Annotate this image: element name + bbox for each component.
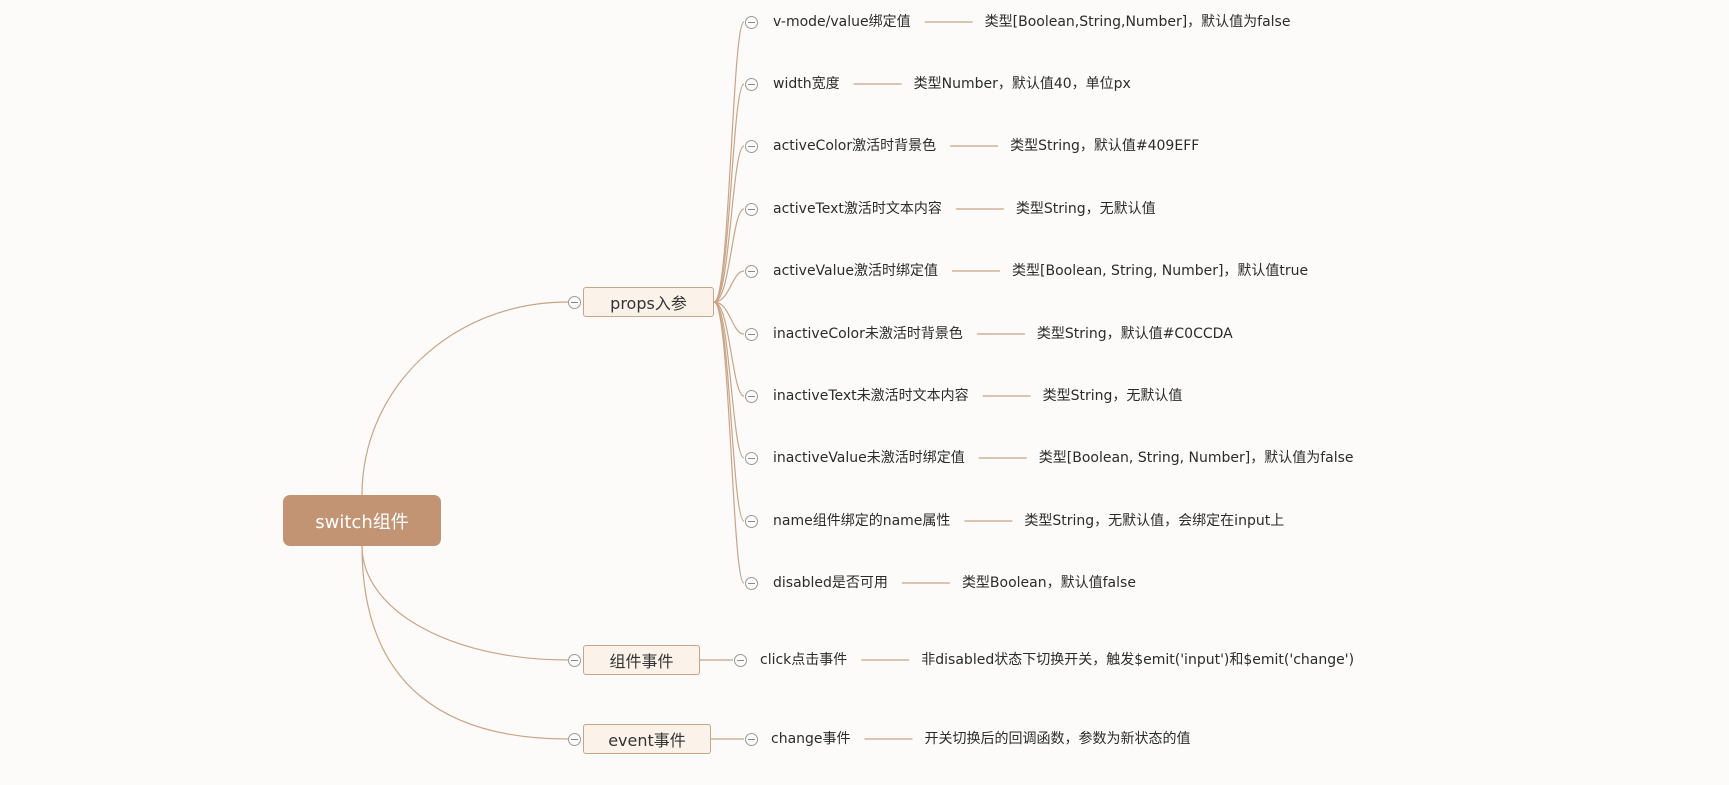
branch-component-events-label: 组件事件 (609, 652, 674, 671)
branch-event[interactable]: event事件 (583, 724, 711, 754)
props-item-8-label[interactable]: name组件绑定的name属性 (773, 512, 950, 530)
link-root-props (361, 301, 569, 496)
link-props-item-1 (713, 83, 745, 303)
change-event-label[interactable]: change事件 (771, 730, 851, 748)
props-item-9-collapse-icon[interactable] (744, 576, 758, 590)
props-item-8-collapse-icon[interactable] (744, 514, 758, 528)
branch-props-label: props入参 (610, 294, 687, 313)
props-item-2-label[interactable]: activeColor激活时背景色 (773, 137, 936, 155)
props-item-1-label[interactable]: width宽度 (773, 75, 840, 93)
change-event-description: 开关切换后的回调函数，参数为新状态的值 (924, 731, 1191, 747)
branch-props-collapse-icon[interactable] (567, 295, 581, 309)
click-event-label[interactable]: click点击事件 (760, 651, 847, 669)
props-item-5-collapse-icon[interactable] (744, 327, 758, 341)
props-item-4-label[interactable]: activeValue激活时绑定值 (773, 262, 938, 280)
props-item-3-label[interactable]: activeText激活时文本内容 (773, 200, 942, 218)
props-item-9-description: 类型Boolean，默认值false (961, 575, 1136, 591)
link-props-item-5 (713, 301, 745, 335)
props-item-5-label[interactable]: inactiveColor未激活时背景色 (773, 325, 963, 343)
root-topic-label: switch组件 (315, 511, 409, 533)
link-props-item-3 (713, 208, 745, 303)
props-item-6-collapse-icon[interactable] (744, 389, 758, 403)
props-item-0-collapse-icon[interactable] (744, 15, 758, 29)
props-item-4-collapse-icon[interactable] (744, 264, 758, 278)
props-item-4-description: 类型[Boolean, String, Number]，默认值true (1012, 263, 1309, 279)
branch-event-collapse-icon[interactable] (567, 732, 581, 746)
props-item-7-label[interactable]: inactiveValue未激活时绑定值 (773, 449, 965, 467)
link-root-component-events (361, 545, 569, 661)
props-item-0-description: 类型[Boolean,String,Number]，默认值为false (984, 14, 1291, 30)
props-item-7-collapse-icon[interactable] (744, 451, 758, 465)
props-item-1-collapse-icon[interactable] (744, 77, 758, 91)
branch-component-events[interactable]: 组件事件 (583, 645, 700, 675)
props-item-5-description: 类型String，默认值#C0CCDA (1036, 326, 1233, 342)
link-props-item-6 (713, 301, 745, 397)
link-props-item-8 (713, 301, 745, 522)
branch-props[interactable]: props入参 (583, 287, 714, 317)
props-item-2-collapse-icon[interactable] (744, 139, 758, 153)
props-item-6-description: 类型String，无默认值 (1042, 388, 1183, 404)
props-item-3-description: 类型String，无默认值 (1015, 201, 1156, 217)
root-topic[interactable]: switch组件 (283, 495, 441, 546)
link-root-event (361, 545, 569, 740)
link-props-item-4 (713, 270, 745, 303)
click-event-collapse-icon[interactable] (733, 653, 747, 667)
link-props-item-0 (713, 21, 745, 303)
link-props-item-7 (713, 301, 745, 459)
props-item-9-label[interactable]: disabled是否可用 (773, 574, 888, 592)
click-event-description: 非disabled状态下切换开关，触发$emit('input')和$emit(… (921, 652, 1355, 668)
props-item-6-label[interactable]: inactiveText未激活时文本内容 (773, 387, 969, 405)
props-item-0-label[interactable]: v-mode/value绑定值 (773, 13, 911, 31)
change-event-collapse-icon[interactable] (744, 732, 758, 746)
props-item-1-description: 类型Number，默认值40，单位px (913, 76, 1131, 92)
props-item-2-description: 类型String，默认值#409EFF (1010, 138, 1200, 154)
props-item-7-description: 类型[Boolean, String, Number]，默认值为false (1038, 450, 1354, 466)
props-item-8-description: 类型String，无默认值，会绑定在input上 (1024, 513, 1285, 529)
branch-component-events-collapse-icon[interactable] (567, 653, 581, 667)
link-props-item-9 (713, 301, 745, 584)
branch-event-label: event事件 (608, 731, 686, 750)
link-props-item-2 (713, 145, 745, 303)
props-item-3-collapse-icon[interactable] (744, 202, 758, 216)
